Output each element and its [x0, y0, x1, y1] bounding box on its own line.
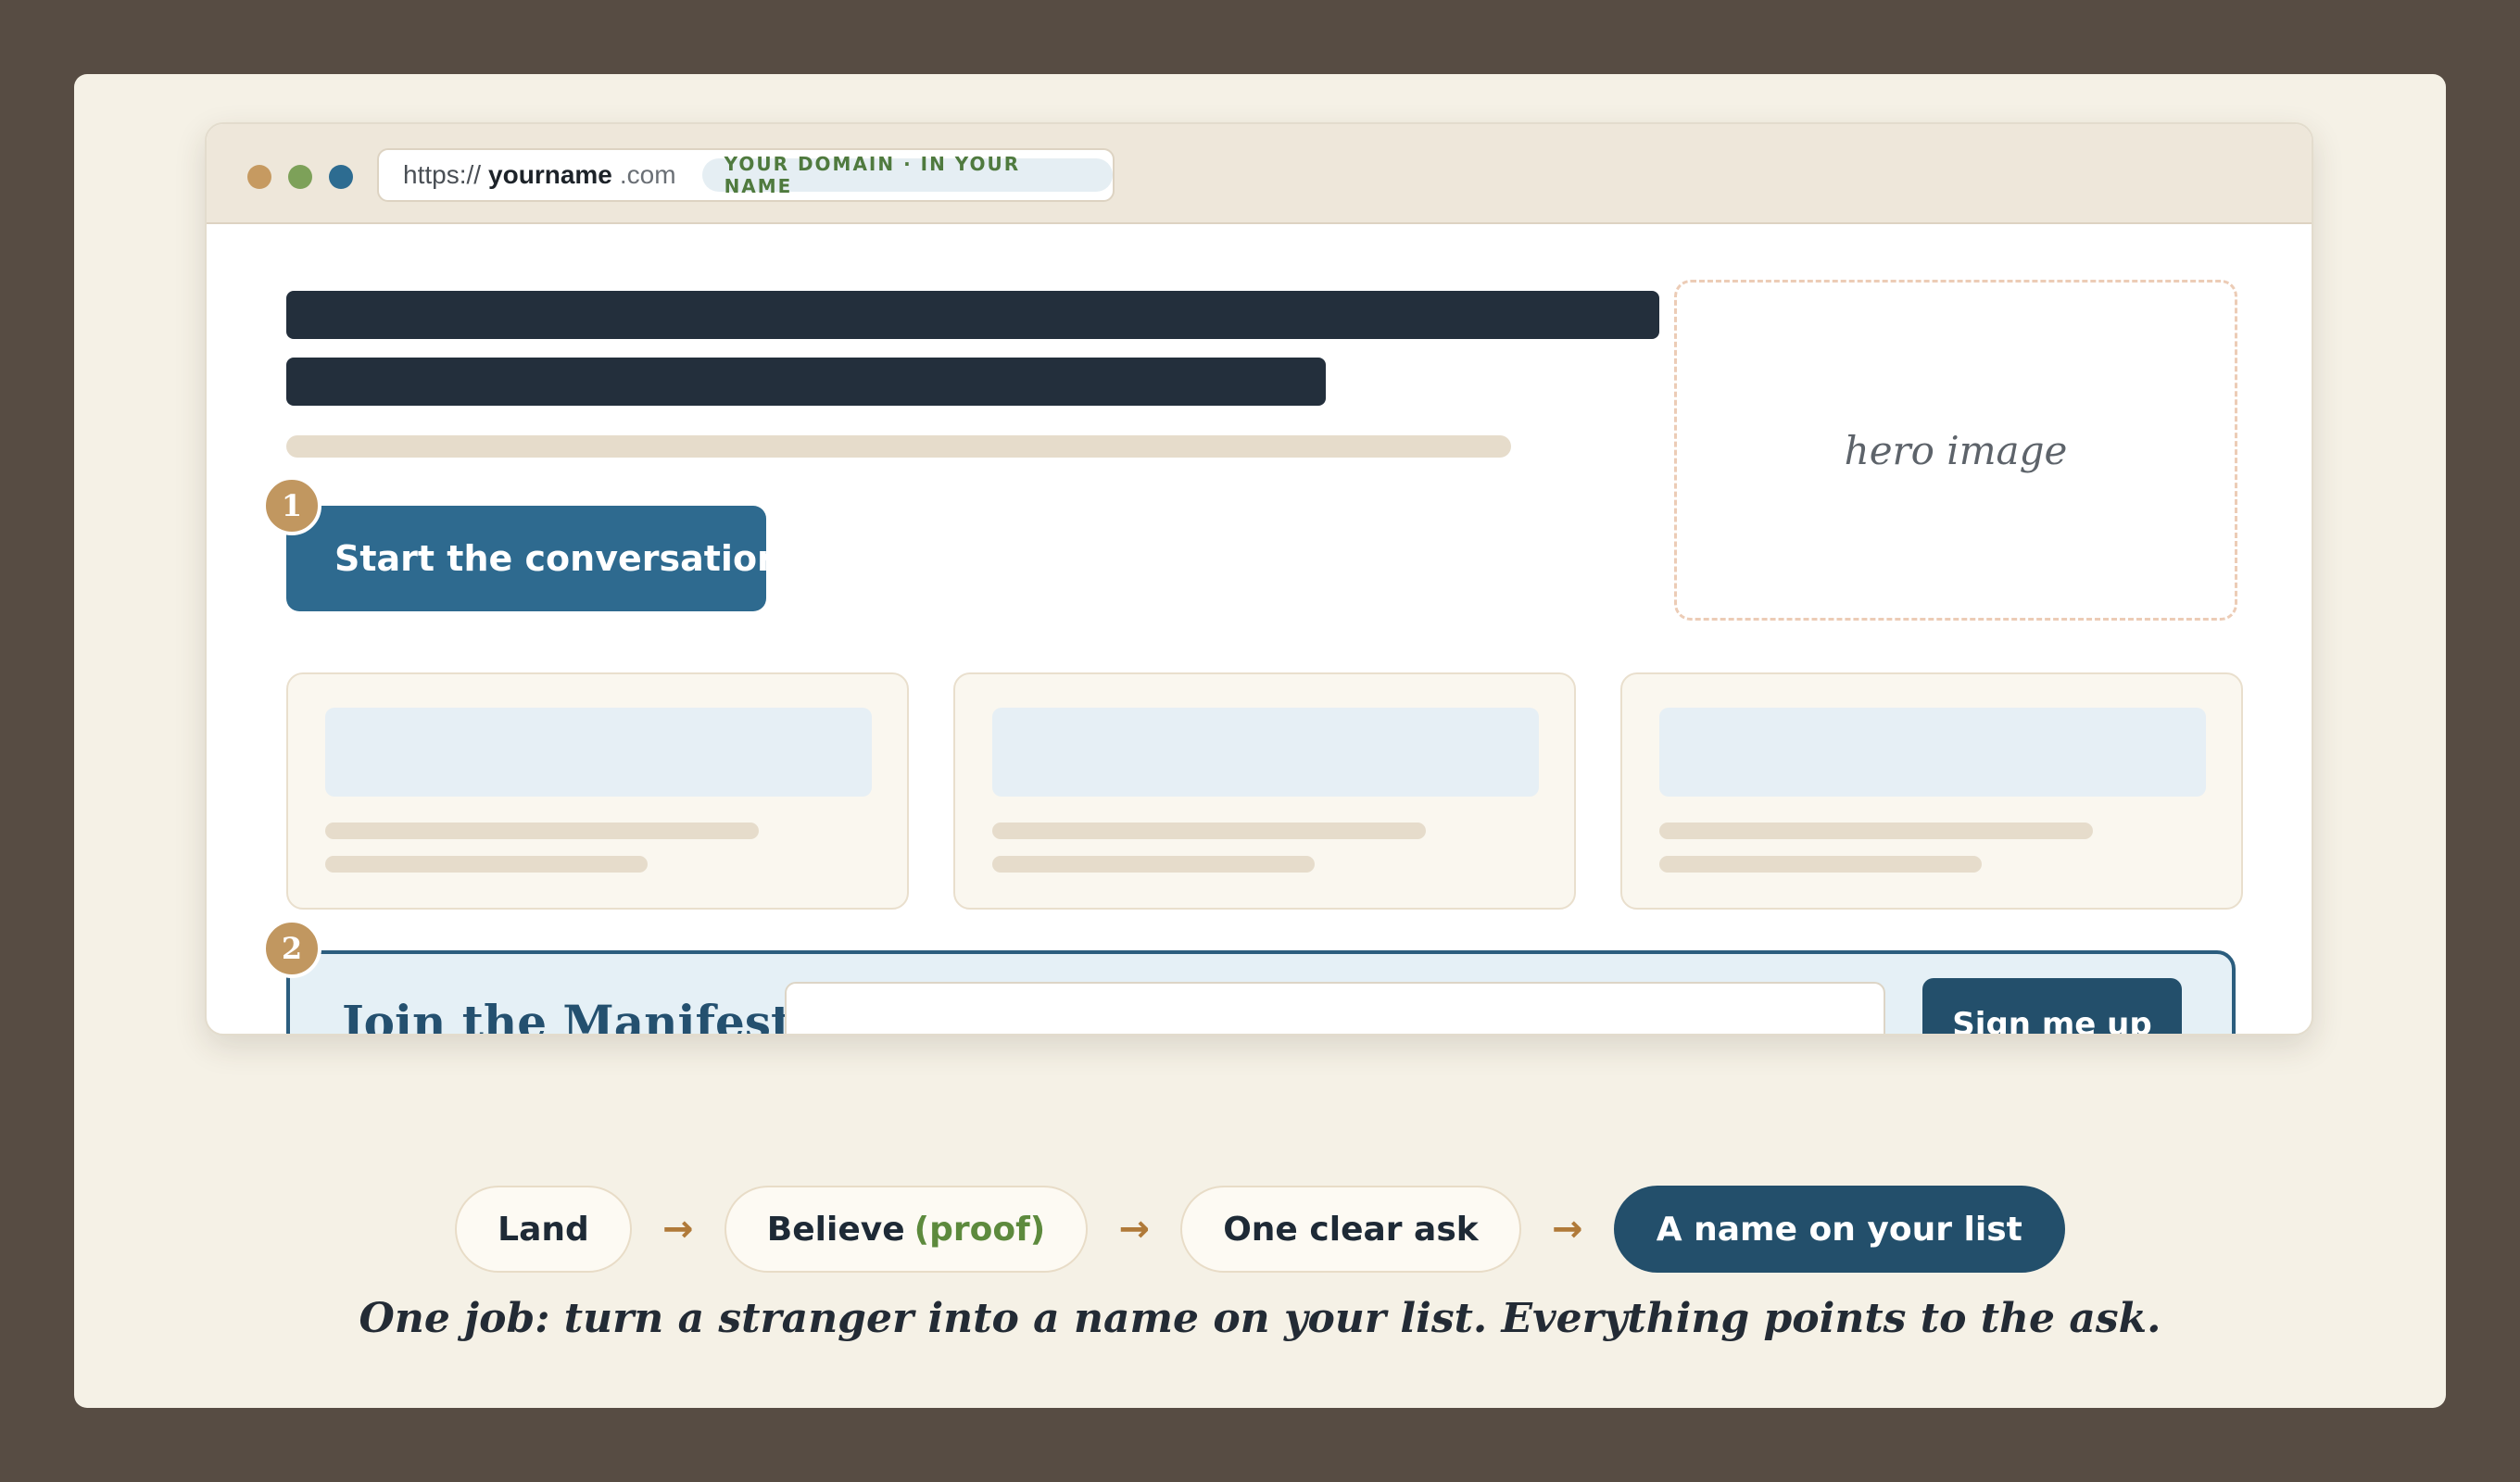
flow-step-label: One clear ask: [1223, 1210, 1479, 1249]
feature-text-placeholder: [992, 856, 1315, 873]
feature-text-placeholder: [325, 856, 648, 873]
email-input[interactable]: [785, 982, 1885, 1034]
url-scheme: https://: [403, 160, 482, 189]
feature-text-placeholder: [1659, 856, 1982, 873]
feature-image-placeholder: [325, 708, 872, 797]
feature-image-placeholder: [1659, 708, 2206, 797]
diagram-card: https:// yourname .com YOUR DOMAIN · IN …: [74, 74, 2446, 1408]
feature-text-placeholder: [1659, 823, 2093, 839]
step-badge-1: 1: [262, 476, 321, 535]
flow-step-accent: (proof): [914, 1210, 1046, 1249]
feature-text-placeholder: [325, 823, 759, 839]
feature-card: [286, 672, 909, 910]
feature-image-placeholder: [992, 708, 1539, 797]
close-dot-icon[interactable]: [247, 165, 271, 189]
flow-step-ask: One clear ask: [1180, 1186, 1521, 1273]
flow-step-name-on-list: A name on your list: [1613, 1186, 2065, 1273]
right-arrow-icon: →: [662, 1208, 694, 1250]
feature-card: [1620, 672, 2243, 910]
headline-placeholder-line-2: [286, 358, 1326, 406]
flow-step-label: Believe: [766, 1210, 905, 1249]
right-arrow-icon: →: [1118, 1208, 1150, 1250]
browser-window-mockup: https:// yourname .com YOUR DOMAIN · IN …: [205, 122, 2313, 1036]
funnel-flow: Land → Believe (proof) → One clear ask →…: [74, 1185, 2446, 1274]
minimize-dot-icon[interactable]: [288, 165, 312, 189]
flow-step-label: Land: [498, 1210, 589, 1249]
url-domain-name: yourname: [488, 160, 612, 189]
start-conversation-button[interactable]: Start the conversation: [286, 506, 782, 611]
address-bar[interactable]: https:// yourname .com YOUR DOMAIN · IN …: [377, 148, 1115, 202]
flow-step-label: A name on your list: [1656, 1210, 2022, 1249]
right-arrow-icon: →: [1551, 1208, 1583, 1250]
feature-text-placeholder: [992, 823, 1426, 839]
caption: One job: turn a stranger into a name on …: [359, 1295, 2161, 1342]
maximize-dot-icon[interactable]: [329, 165, 353, 189]
flow-step-believe: Believe (proof): [724, 1186, 1089, 1273]
signup-title: Join the Manifest: [342, 995, 793, 1036]
feature-card: [953, 672, 1576, 910]
flow-step-land: Land: [455, 1186, 632, 1273]
headline-placeholder-line-1: [286, 291, 1659, 339]
url-tld: .com: [619, 160, 676, 189]
browser-top-bar: https:// yourname .com YOUR DOMAIN · IN …: [207, 124, 2312, 224]
subheadline-placeholder: [286, 435, 1511, 458]
hero-image-placeholder: hero image: [1674, 280, 2237, 621]
signup-bar: Join the Manifest Sign me up: [286, 950, 2236, 1036]
hero-image-label: hero image: [1844, 427, 2068, 473]
sign-me-up-button[interactable]: Sign me up: [1922, 978, 2182, 1034]
step-badge-2: 2: [262, 919, 321, 978]
domain-badge: YOUR DOMAIN · IN YOUR NAME: [701, 153, 1113, 197]
